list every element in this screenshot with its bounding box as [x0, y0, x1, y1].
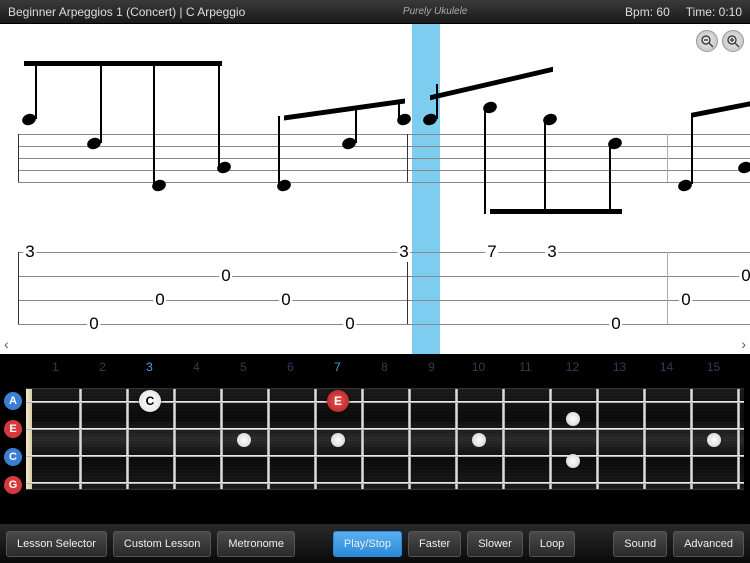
advanced-button[interactable]: Advanced [673, 531, 744, 557]
fret-marker-icon [566, 454, 580, 468]
fret-number: 6 [267, 360, 314, 374]
tab-number: 0 [679, 290, 692, 310]
tab-number: 3 [545, 242, 558, 262]
lesson-selector-button[interactable]: Lesson Selector [6, 531, 107, 557]
brand-label: Purely Ukulele [245, 6, 625, 17]
tab-number: 0 [343, 314, 356, 334]
fret-number: 15 [690, 360, 737, 374]
beam [430, 67, 553, 100]
beam [24, 61, 222, 66]
play-stop-button[interactable]: Play/Stop [333, 531, 402, 557]
fret-number: 8 [361, 360, 408, 374]
fret-marker-icon [707, 433, 721, 447]
scroll-right-button[interactable]: › [741, 336, 746, 352]
faster-button[interactable]: Faster [408, 531, 461, 557]
bpm-label: Bpm: 60 [625, 5, 670, 19]
fret-number: 9 [408, 360, 455, 374]
fretboard-area: 1 2 3 4 5 6 7 8 9 10 11 12 13 14 15 A E … [0, 354, 750, 524]
string-label-g: G [4, 476, 22, 494]
tab-number: 7 [485, 242, 498, 262]
bottom-toolbar: Lesson Selector Custom Lesson Metronome … [0, 524, 750, 563]
custom-lesson-button[interactable]: Custom Lesson [113, 531, 211, 557]
beam [691, 101, 750, 118]
tab-staff [18, 252, 750, 324]
fret-marker-icon [237, 433, 251, 447]
fret-number: 11 [502, 360, 549, 374]
fret-number: 3 [126, 360, 173, 374]
finger-dot: C [139, 390, 161, 412]
string-label-e: E [4, 420, 22, 438]
tab-number: 0 [219, 266, 232, 286]
scroll-left-button[interactable]: ‹ [4, 336, 9, 352]
sound-button[interactable]: Sound [613, 531, 667, 557]
string-labels: A E C G [4, 392, 22, 494]
fretboard[interactable]: C E [26, 388, 744, 490]
fret-number: 14 [643, 360, 690, 374]
beam [284, 98, 405, 120]
fret-number: 10 [455, 360, 502, 374]
fret-number: 7 [314, 360, 361, 374]
loop-button[interactable]: Loop [529, 531, 575, 557]
beam [490, 209, 622, 214]
fret-number: 2 [79, 360, 126, 374]
lesson-title: Beginner Arpeggios 1 (Concert) | C Arpeg… [8, 5, 245, 19]
fret-numbers: 1 2 3 4 5 6 7 8 9 10 11 12 13 14 15 [0, 354, 750, 378]
staff [18, 134, 750, 182]
tab-number: 0 [87, 314, 100, 334]
fret-marker-icon [472, 433, 486, 447]
time-label: Time: 0:10 [686, 5, 742, 19]
fret-marker-icon [331, 433, 345, 447]
tab-number: 0 [153, 290, 166, 310]
fret-number: 4 [173, 360, 220, 374]
fret-number: 1 [32, 360, 79, 374]
zoom-in-button[interactable] [722, 30, 744, 52]
finger-dot: E [327, 390, 349, 412]
nut [26, 389, 32, 489]
string-label-a: A [4, 392, 22, 410]
slower-button[interactable]: Slower [467, 531, 523, 557]
string-label-c: C [4, 448, 22, 466]
top-bar: Beginner Arpeggios 1 (Concert) | C Arpeg… [0, 0, 750, 24]
tab-number: 0 [609, 314, 622, 334]
tab-number: 3 [23, 242, 36, 262]
fret-number: 13 [596, 360, 643, 374]
metronome-button[interactable]: Metronome [217, 531, 295, 557]
tab-number: 3 [397, 242, 410, 262]
fret-number: 12 [549, 360, 596, 374]
tab-number: 0 [739, 266, 750, 286]
fret-marker-icon [566, 412, 580, 426]
notation-area[interactable]: 3 0 0 0 0 0 3 7 3 0 0 0 ‹ › [0, 24, 750, 354]
tab-number: 0 [279, 290, 292, 310]
zoom-out-button[interactable] [696, 30, 718, 52]
fret-number: 5 [220, 360, 267, 374]
